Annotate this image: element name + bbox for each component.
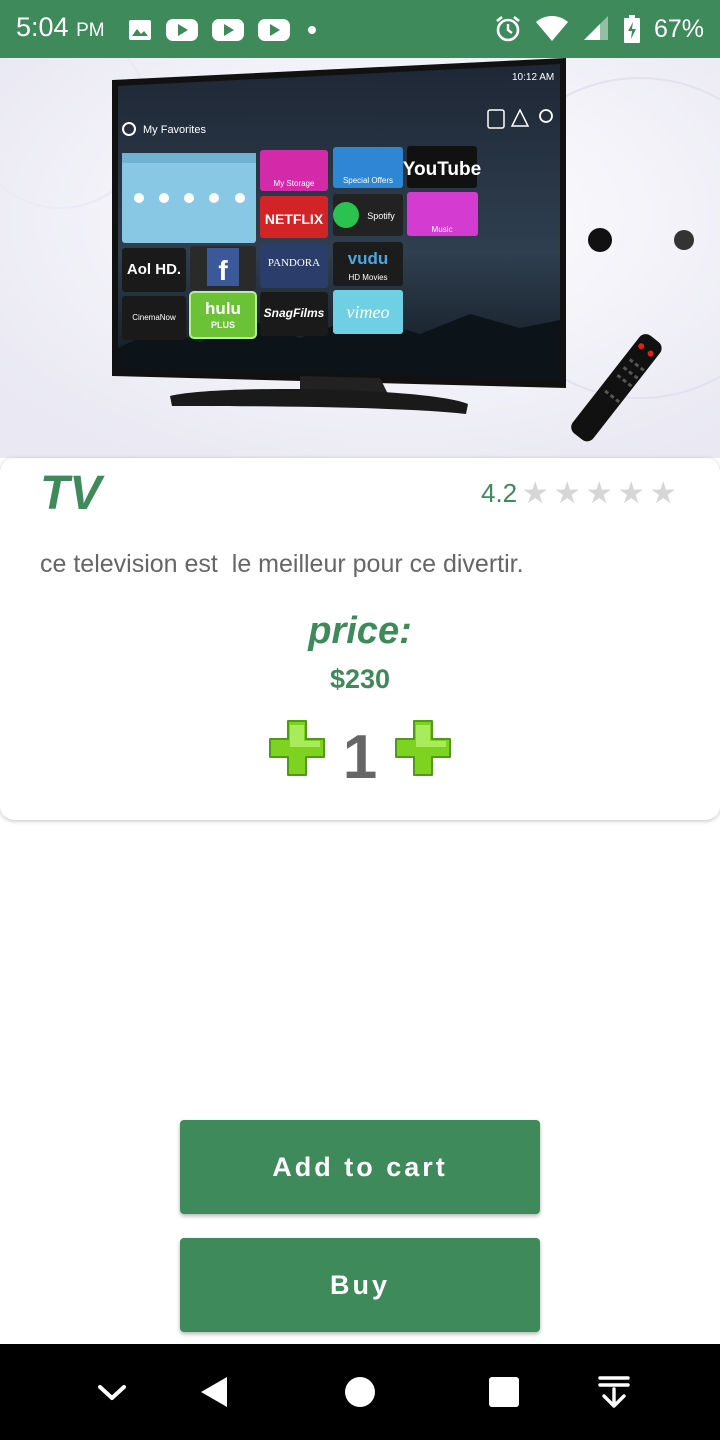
status-time-ampm: PM xyxy=(76,20,105,41)
youtube-icon xyxy=(166,19,198,41)
tv-favorites-label: My Favorites xyxy=(143,124,206,136)
tile-special-offers: Special Offers xyxy=(343,176,393,185)
svg-text:f: f xyxy=(218,255,228,286)
star-icon[interactable]: ★ xyxy=(647,478,679,509)
back-icon xyxy=(201,1377,227,1407)
signal-icon xyxy=(583,16,608,40)
tv-clock: 10:12 AM xyxy=(512,72,554,83)
price-value: $230 xyxy=(329,664,391,694)
rating-bar[interactable]: 4.2 ★ ★ ★ ★ ★ xyxy=(481,478,679,509)
tv-illustration: 10:12 AM My Favorites My Storage Special… xyxy=(0,58,720,458)
home-button[interactable] xyxy=(340,1372,380,1412)
image-icon xyxy=(129,20,151,40)
star-icon[interactable]: ★ xyxy=(615,478,647,509)
plus-icon xyxy=(395,720,451,776)
tile-pandora: PANDORA xyxy=(268,257,320,269)
tile-snagfilms: SnagFilms xyxy=(264,306,325,320)
star-icon[interactable]: ★ xyxy=(519,478,551,509)
recents-button[interactable] xyxy=(484,1372,524,1412)
increase-quantity-button[interactable] xyxy=(392,717,454,779)
alarm-icon xyxy=(496,15,520,42)
tile-hulu-plus: PLUS xyxy=(211,320,235,330)
quantity-value: 1 xyxy=(342,723,378,792)
notification-icons xyxy=(128,16,320,44)
rating-stars[interactable]: ★ ★ ★ ★ ★ xyxy=(519,478,679,509)
buy-button[interactable]: Buy xyxy=(180,1238,540,1332)
decrease-quantity-button[interactable] xyxy=(266,717,328,779)
tile-vimeo: vimeo xyxy=(347,302,390,322)
youtube-icon xyxy=(258,19,290,41)
plus-icon xyxy=(269,720,325,776)
battery-charging-icon xyxy=(623,15,640,43)
status-time: 5:04 PM xyxy=(16,12,105,43)
product-description: ce television est le meilleur pour ce di… xyxy=(40,550,524,578)
tile-aol: Aol HD. xyxy=(127,261,181,278)
tile-hd-movies: HD Movies xyxy=(348,273,387,282)
rating-value: 4.2 xyxy=(481,478,518,508)
tile-my-storage: My Storage xyxy=(274,179,315,188)
battery-percentage: 67% xyxy=(653,14,704,43)
add-to-cart-button[interactable]: Add to cart xyxy=(180,1120,540,1214)
tile-music: Music xyxy=(432,225,453,234)
star-icon[interactable]: ★ xyxy=(583,478,615,509)
product-image: 10:12 AM My Favorites My Storage Special… xyxy=(0,58,720,458)
chevron-down-button[interactable] xyxy=(92,1372,132,1412)
tile-cinemanow: CinemaNow xyxy=(132,313,176,322)
dot-icon xyxy=(308,26,316,34)
system-icons: 67% xyxy=(494,14,704,44)
tile-hulu: hulu xyxy=(205,299,241,318)
home-icon xyxy=(345,1377,375,1407)
tile-youtube: YouTube xyxy=(403,159,481,180)
price-label: price: xyxy=(308,610,412,652)
tile-netflix: NETFLIX xyxy=(265,211,324,227)
star-icon[interactable]: ★ xyxy=(551,478,583,509)
download-icon xyxy=(598,1376,630,1408)
chevron-down-icon xyxy=(98,1385,126,1400)
navigation-bar xyxy=(0,1344,720,1440)
wifi-icon xyxy=(535,16,568,41)
status-bar: 5:04 PM 67% xyxy=(0,0,720,58)
product-card: TV 4.2 ★ ★ ★ ★ ★ ce television est le me… xyxy=(0,458,720,820)
product-title: TV xyxy=(40,467,102,520)
back-button[interactable] xyxy=(194,1372,234,1412)
youtube-icon xyxy=(212,19,244,41)
download-button[interactable] xyxy=(594,1372,634,1412)
tile-spotify: Spotify xyxy=(367,211,395,221)
tile-vudu: vudu xyxy=(348,249,389,268)
recents-icon xyxy=(489,1377,519,1407)
status-time-value: 5:04 xyxy=(16,12,69,42)
